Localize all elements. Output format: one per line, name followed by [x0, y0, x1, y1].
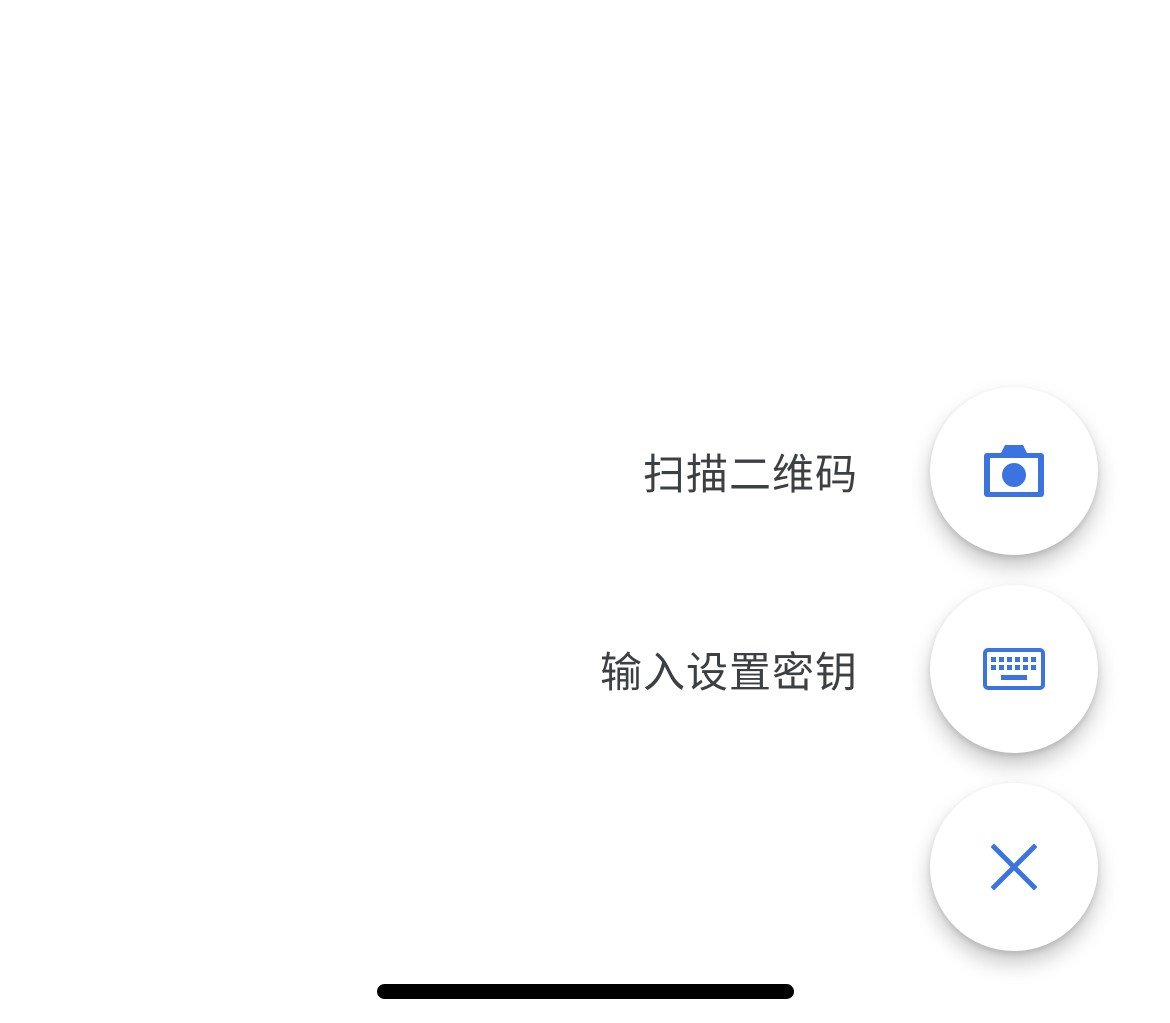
enter-setup-key-button[interactable]: [930, 585, 1098, 753]
keyboard-icon: [983, 648, 1045, 690]
enter-setup-key-label[interactable]: 输入设置密钥: [600, 639, 858, 700]
scan-qr-button[interactable]: [930, 387, 1098, 555]
camera-icon: [984, 445, 1044, 497]
close-button[interactable]: [930, 783, 1098, 951]
enter-setup-key-option[interactable]: 输入设置密钥: [600, 585, 1098, 753]
scan-qr-label[interactable]: 扫描二维码: [643, 441, 858, 502]
close-icon: [991, 844, 1037, 890]
scan-qr-option[interactable]: 扫描二维码: [643, 387, 1098, 555]
close-speed-dial-option[interactable]: [930, 783, 1098, 951]
screen: 扫描二维码 输入设置密钥: [0, 0, 1170, 1023]
home-indicator[interactable]: [377, 984, 794, 999]
